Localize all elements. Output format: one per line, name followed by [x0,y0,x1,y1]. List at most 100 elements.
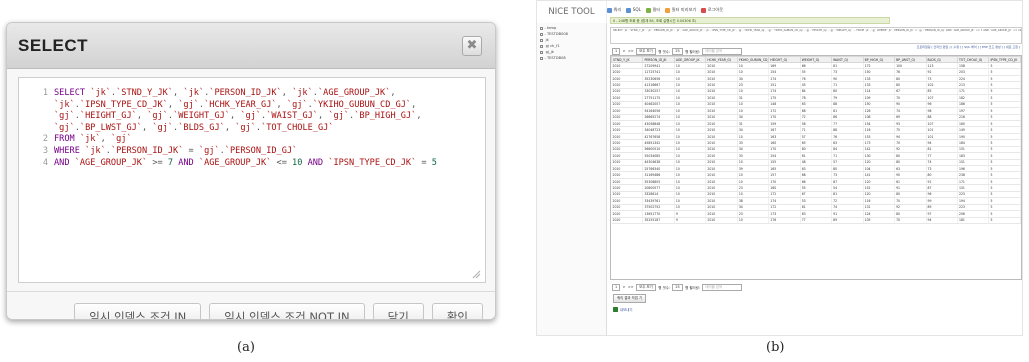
table-cell: 89 [831,217,864,224]
export-link[interactable]: 내보내기 [613,307,632,312]
sql-code: 1 SELECT `jk`.`STND_Y_JK`, `jk`.`PERSON_I… [19,88,485,169]
code-token: `PERSON_ID_JK` [209,88,282,98]
code-token: `gj` [240,111,262,122]
code-token: `gj` [110,134,132,145]
tree-node-icon [540,38,543,42]
dialog-title: SELECT [18,36,89,55]
query-result-ops-button[interactable]: 쿼리 결과 작업 기 [613,294,647,303]
code-token: `gj` [178,99,199,110]
code-token: , [281,88,293,98]
top-menu: 쿼리 SQL 필터 필터 미리보기 로그아웃 [607,5,1022,15]
code-token: AND [54,157,75,168]
code-token: >= [147,157,168,168]
page-select[interactable]: 1 [612,47,621,55]
menu-item-icon [646,7,652,13]
sql-editor[interactable]: 1 SELECT `jk`.`STND_Y_JK`, `jk`.`PERSON_I… [18,77,486,283]
menu-item[interactable]: 필터 [646,5,660,15]
rows-select[interactable]: 25 [672,47,683,55]
filter-label: 행 필터링: [685,49,700,54]
code-token: , [390,88,396,98]
nice-tool-window: NICE TOOL 쿼리 SQL 필터 필터 미리보기 로그아웃 - temp - TES… [536,0,1023,336]
database-tree: - temp - TESTDB008 jk gj ch_f1 gj_jk - TES… [537,23,607,335]
tree-node-icon [540,26,543,30]
line-number: 3 [42,145,48,156]
code-token: `WEIGHT_GJ` [173,111,230,122]
code-token: `PERSON_ID_JK` [110,145,184,156]
code-token: `TOT_CHOLE_GJ` [261,122,334,133]
next-page-button[interactable]: > [623,49,626,53]
temp-index-in-button[interactable]: 임시 인덱스 조건 IN [74,303,202,319]
menu-item-label: 로그아웃 [707,7,724,12]
code-token: `jk` [54,99,75,110]
code-token: , [411,99,417,110]
rows-select-bottom[interactable]: 25 [672,283,683,291]
table-cell: 105 [863,217,896,224]
code-token: `gj` [54,122,75,133]
code-token: , [224,122,236,133]
table-cell: 35255187 [642,217,675,224]
code-token: , [100,134,111,145]
tree-node-icon [540,44,543,48]
caption-b: (b) [766,340,785,355]
code-token: `jk` [292,88,313,98]
code-token: `gj` [328,111,350,122]
view-all-checkbox-bottom[interactable]: 모두 보기 [636,283,656,291]
menu-item[interactable]: 로그아웃 [701,5,723,15]
code-token: `gj` [198,145,220,156]
page-select-bottom[interactable]: 1 [612,283,621,291]
code-token: WHERE [54,145,86,156]
view-all-checkbox[interactable]: 모두 보기 [636,47,656,55]
code-token: , [276,99,287,110]
line-number: 2 [42,134,48,145]
tree-item[interactable]: - TESTDB08 [540,55,603,61]
code-line: `jk`.`IPSN_TYPE_CD_JK`, `gj`.`HCHK_YEAR_… [19,100,485,112]
code-token: `AGE_GROUP_JK` [198,157,272,168]
tree-item-label: - TESTDB08 [544,56,566,60]
close-button[interactable]: 닫기 [372,303,424,319]
code-token: `HEIGHT_GJ` [79,111,137,122]
menu-item-label: 필터 미리보기 [671,7,697,12]
table-cell: 77 [800,217,833,224]
code-line: 4 AND `AGE_GROUP_JK` >= 7 AND `AGE_GROUP_… [19,158,485,170]
dialog-header: SELECT ✖ [7,23,495,69]
code-token: , [141,122,153,133]
resize-handle-icon[interactable] [471,269,481,279]
confirm-button[interactable]: 확인 [431,303,483,319]
filter-input-bottom[interactable]: 테이블 검색 [702,283,743,291]
code-token: <= [271,157,293,168]
result-grid: STND_Y_JK PERSON_ID_JK AGE_GROUP_JK HCHK_YE… [610,55,1022,280]
tree-node-icon [540,32,543,36]
table-cell: 10 [737,217,770,224]
filter-input[interactable]: 테이블 검색 [702,47,743,55]
code-token: `AGE_GROUP_JK` [317,88,391,98]
code-token: , [136,111,148,122]
query-status-message: 0 - 248행 조회 중 (합계 84, 조회 실행시간 0.00306 초) [610,17,890,24]
menu-item[interactable]: 쿼리 [607,5,621,15]
code-token: = [183,145,199,156]
temp-index-not-in-button[interactable]: 임시 인덱스 조건 NOT IN [209,303,365,319]
last-page-button[interactable]: >> [628,49,634,53]
code-token: `gj` [286,99,308,110]
next-page-button-bottom[interactable]: > [623,285,626,289]
close-icon[interactable]: ✖ [462,36,482,56]
code-line: `gj`.`HEIGHT_GJ`, `gj`.`WEIGHT_GJ`, `gj`… [19,111,485,123]
last-page-button-bottom[interactable]: >> [628,285,634,289]
menu-item-label: 필터 [652,7,661,12]
table-cell: 5 [988,217,1021,224]
tree-item-label: - temp [544,26,557,30]
export-label: 내보내기 [620,308,633,312]
query-action-links[interactable]: 프로파일링 [ 인라인 편집 ] [ 수정 ] [ SQL 해석 ] [ PHP… [917,45,1020,49]
table-row[interactable]: 2010 35255187 9 2010 10 176 77 89 105 70 94 181 5 [611,217,1021,224]
tree-node-icon [540,50,543,54]
code-line: 3 WHERE `jk`.`PERSON_ID_JK` = `gj`.`PERSO… [19,146,485,158]
code-token: `BLDS_GJ` [178,122,225,133]
menu-item[interactable]: 필터 미리보기 [665,5,696,15]
menu-item[interactable]: SQL [626,5,641,15]
line-number: 4 [42,157,48,168]
tree-node-icon [540,56,543,60]
menu-item-icon [607,7,612,13]
menu-item-label: SQL [632,7,642,12]
code-token: , [167,99,179,110]
code-token: 5 [431,157,437,168]
code-line: `gj`.`BP_LWST_GJ`, `gj`.`BLDS_GJ`, `gj`.… [19,123,485,135]
